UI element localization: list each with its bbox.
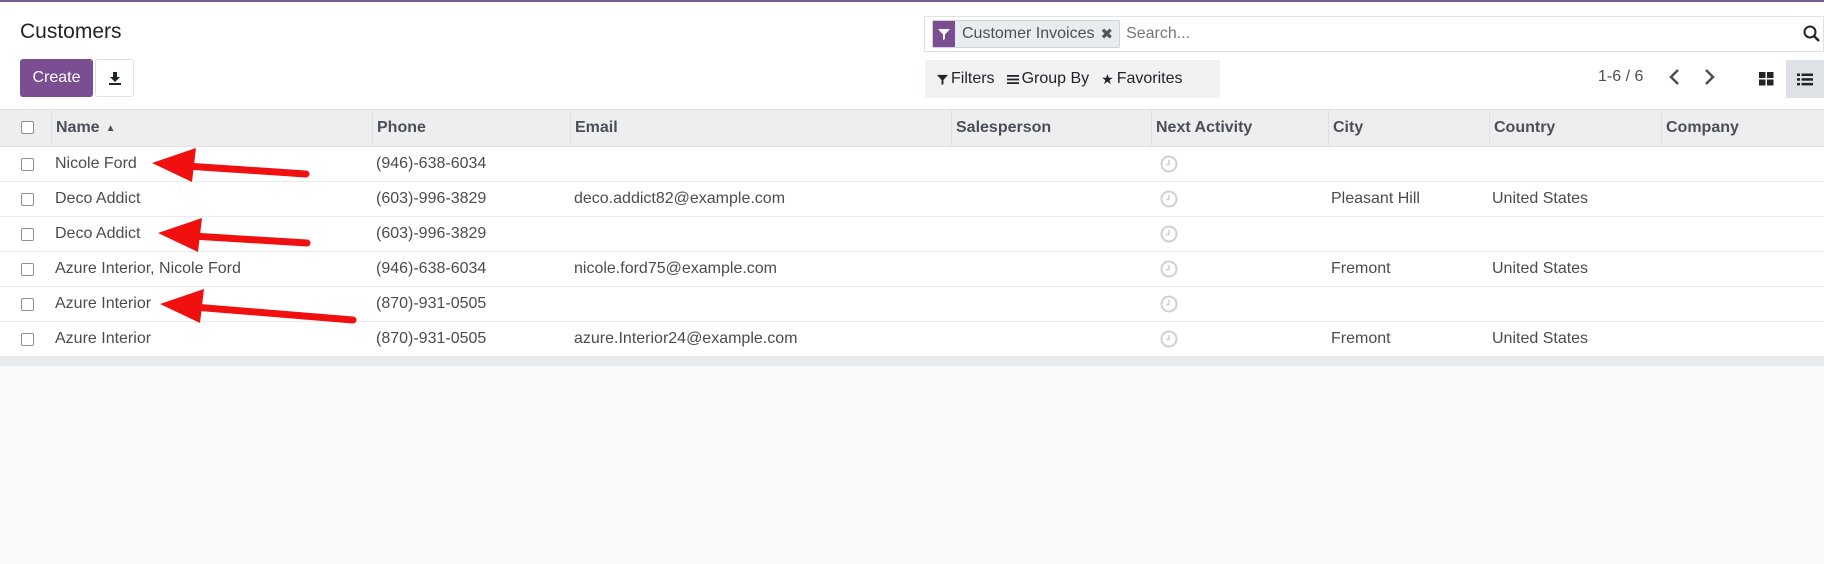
create-button[interactable]: Create [20,59,93,97]
download-button[interactable] [95,59,134,97]
cell-country: United States [1492,260,1589,277]
control-panel: Customers Create Customer Invoices ✖ Fil… [0,2,1824,109]
cell-name: Azure Interior, Nicole Ford [55,260,241,277]
clock-icon[interactable] [1160,217,1178,251]
table-row[interactable]: Azure Interior, Nicole Ford (946)-638-60… [0,252,1824,287]
row-checkbox[interactable] [21,263,34,276]
close-icon[interactable]: ✖ [1101,25,1120,43]
column-header-city[interactable]: City [1328,110,1489,146]
bars-icon [1006,74,1019,84]
favorites-label: Favorites [1116,70,1183,87]
row-checkbox[interactable] [21,158,34,171]
table-row[interactable]: Deco Addict (603)-996-3829 deco.addict82… [0,182,1824,217]
clock-icon[interactable] [1160,322,1178,356]
cell-phone: (870)-931-0505 [376,295,487,312]
cell-country: United States [1492,330,1589,347]
grid-icon [1758,72,1773,86]
cell-phone: (870)-931-0505 [376,330,487,347]
star-icon: ★ [1101,70,1114,87]
facet-label: Customer Invoices [962,25,1095,42]
row-checkbox[interactable] [21,193,34,206]
list-view-button[interactable] [1786,60,1824,98]
kanban-view-button[interactable] [1748,60,1784,98]
clock-icon[interactable] [1160,287,1178,321]
favorites-button[interactable]: ★ Favorites [1101,70,1182,88]
row-checkbox[interactable] [21,333,34,346]
filters-button[interactable]: Filters [937,70,995,88]
cell-phone: (946)-638-6034 [376,260,487,277]
cell-phone: (603)-996-3829 [376,225,487,242]
column-header-company[interactable]: Company [1661,110,1824,146]
row-checkbox[interactable] [21,298,34,311]
group-by-button[interactable]: Group By [1006,70,1090,88]
search-facet[interactable]: Customer Invoices ✖ [932,20,1121,48]
table-row[interactable]: Azure Interior (870)-931-0505 azure.Inte… [0,322,1824,357]
cell-city: Fremont [1331,330,1391,347]
cell-email: deco.addict82@example.com [574,190,786,207]
row-checkbox[interactable] [21,228,34,241]
table-row[interactable]: Deco Addict (603)-996-3829 [0,217,1824,252]
table-footer [0,357,1824,366]
cell-name: Deco Addict [55,190,141,207]
cell-name: Azure Interior [55,295,152,312]
column-header-salesperson[interactable]: Salesperson [951,110,1151,146]
chevron-right-icon[interactable] [1700,66,1718,93]
pager-value[interactable]: 1-6 / 6 [1598,68,1643,86]
search-icon[interactable] [1803,25,1821,48]
cell-phone: (946)-638-6034 [376,155,487,172]
search-input[interactable] [1124,24,1823,44]
search-bar: Customer Invoices ✖ [924,16,1824,52]
column-header-country[interactable]: Country [1489,110,1661,146]
clock-icon[interactable] [1160,182,1178,216]
cell-country: United States [1492,190,1589,207]
table-header: Name ▲ Phone Email Salesperson Next Acti… [0,109,1824,147]
filter-icon [937,74,948,85]
clock-icon[interactable] [1160,252,1178,286]
table-row[interactable]: Azure Interior (870)-931-0505 [0,287,1824,322]
cell-city: Fremont [1331,260,1391,277]
column-header-phone[interactable]: Phone [372,110,570,146]
filter-icon [933,21,955,47]
cell-name: Nicole Ford [55,155,137,172]
select-all-checkbox[interactable] [21,121,34,134]
sort-ascending-icon: ▲ [105,122,116,134]
search-options-bar: Filters Group By ★ Favorites [925,60,1220,98]
group-by-label: Group By [1021,70,1090,87]
page-title: Customers [20,20,122,43]
cell-phone: (603)-996-3829 [376,190,487,207]
chevron-left-icon[interactable] [1666,66,1684,93]
table-row[interactable]: Nicole Ford (946)-638-6034 [0,147,1824,182]
cell-name: Deco Addict [55,225,141,242]
clock-icon[interactable] [1160,147,1178,181]
cell-email: nicole.ford75@example.com [574,260,778,277]
list-icon [1797,73,1813,85]
download-icon [108,72,121,85]
customers-table: Name ▲ Phone Email Salesperson Next Acti… [0,109,1824,366]
cell-city: Pleasant Hill [1331,190,1420,207]
column-header-name[interactable]: Name ▲ [51,110,372,146]
filters-label: Filters [951,70,995,87]
column-header-next-activity[interactable]: Next Activity [1151,110,1328,146]
cell-email: azure.Interior24@example.com [574,330,798,347]
cell-name: Azure Interior [55,330,152,347]
column-header-email[interactable]: Email [570,110,951,146]
